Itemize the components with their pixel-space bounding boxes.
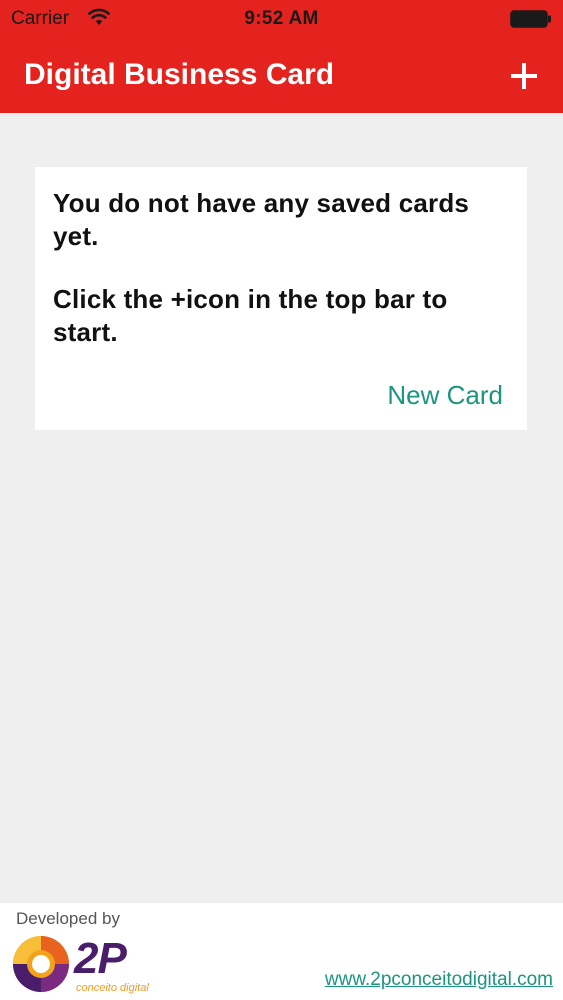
logo-tagline: conceito digital	[76, 982, 149, 994]
nav-bar: Digital Business Card	[0, 38, 563, 113]
new-card-button[interactable]: New Card	[387, 379, 503, 411]
logo-text: 2P	[74, 934, 127, 983]
app-header: Carrier 9:52 AM Digital Business Card	[0, 0, 563, 113]
empty-state-card: You do not have any saved cards yet. Cli…	[35, 167, 527, 430]
empty-message: You do not have any saved cards yet.	[53, 188, 470, 251]
website-link[interactable]: www.2pconceitodigital.com	[325, 969, 553, 991]
footer: Developed by 2P conceito digital www.2pc…	[0, 903, 563, 1000]
status-time: 9:52 AM	[244, 8, 319, 29]
status-bar: Carrier 9:52 AM	[0, 0, 563, 38]
2p-logo-icon	[13, 936, 69, 992]
page-title: Digital Business Card	[24, 58, 335, 91]
battery-icon	[510, 10, 552, 28]
plus-icon	[511, 63, 537, 89]
add-card-button[interactable]	[500, 52, 548, 100]
instruction-message: Click the +icon in the top bar to start.	[53, 284, 448, 347]
developer-logo[interactable]: 2P conceito digital	[10, 931, 170, 999]
developed-by-label: Developed by	[16, 909, 120, 928]
